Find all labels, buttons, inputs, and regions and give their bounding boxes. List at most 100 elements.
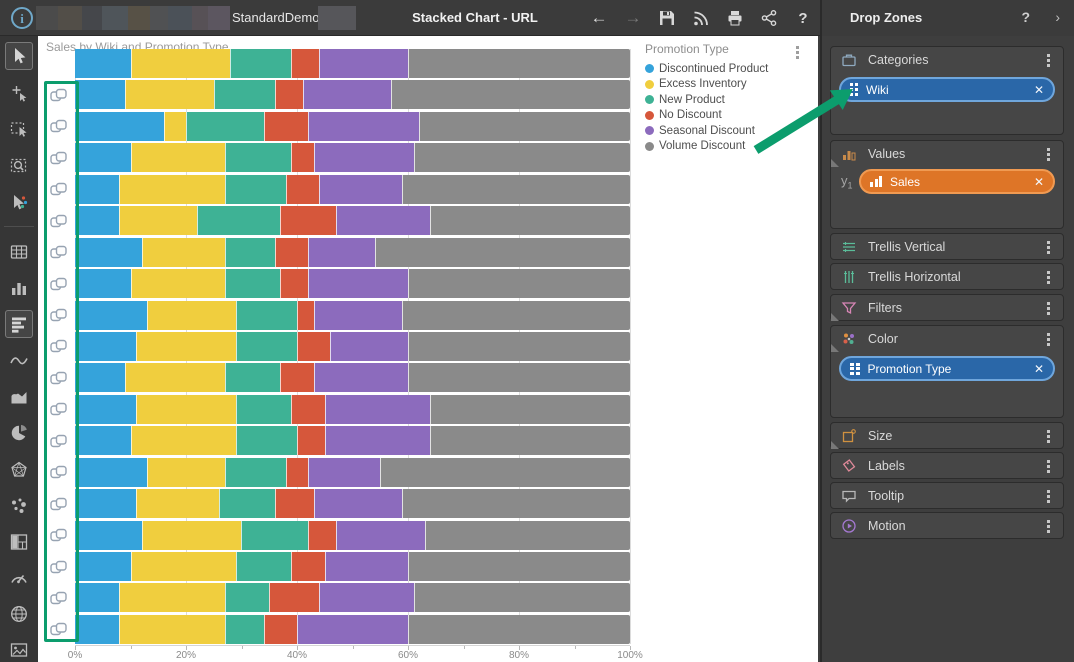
bar-segment[interactable]	[274, 237, 309, 267]
bar-segment[interactable]	[124, 363, 225, 393]
link-icon[interactable]	[50, 560, 67, 574]
bar-segment[interactable]	[130, 49, 231, 78]
image-icon[interactable]	[5, 636, 33, 662]
bar-segment[interactable]	[235, 426, 297, 456]
bar-segment[interactable]	[335, 520, 425, 550]
zone-menu-icon[interactable]	[1042, 53, 1054, 67]
bar-segment[interactable]	[319, 49, 408, 78]
bar-segment[interactable]	[235, 394, 292, 424]
bar-segment[interactable]	[291, 552, 325, 581]
row-link[interactable]	[42, 521, 75, 550]
line-chart-icon[interactable]	[5, 347, 33, 375]
bar-segment[interactable]	[224, 174, 286, 204]
bar-segment[interactable]	[324, 552, 408, 581]
row-link[interactable]	[42, 175, 75, 204]
bar-segment[interactable]	[308, 457, 381, 487]
panel-collapse-icon[interactable]: ›	[1055, 9, 1060, 25]
dropzone-trellis-vertical[interactable]: Trellis Vertical	[830, 233, 1064, 260]
bar-segment[interactable]	[274, 80, 303, 110]
project-name[interactable]: StandardDemo	[232, 10, 319, 25]
bar-segment[interactable]	[75, 363, 125, 393]
dropzone-values[interactable]: Values y1 Sales ✕	[830, 140, 1064, 229]
treemap-icon[interactable]	[5, 528, 33, 556]
remove-icon[interactable]: ✕	[1034, 362, 1044, 376]
bar-segment[interactable]	[296, 426, 325, 456]
row-link[interactable]	[42, 363, 75, 392]
link-icon[interactable]	[50, 591, 67, 605]
dropzone-trellis-horizontal[interactable]: Trellis Horizontal	[830, 263, 1064, 290]
bar-segment[interactable]	[75, 489, 137, 519]
bar-segment[interactable]	[296, 300, 314, 330]
save-icon[interactable]	[656, 7, 678, 29]
bar-segment[interactable]	[213, 80, 275, 110]
bar-segment[interactable]	[75, 237, 142, 267]
pill-sales[interactable]: Sales ✕	[859, 169, 1055, 194]
rect-select-tool-icon[interactable]	[5, 115, 33, 143]
bar-segment[interactable]	[75, 49, 131, 78]
bar-segment[interactable]	[308, 111, 420, 141]
link-icon[interactable]	[50, 434, 67, 448]
zone-menu-icon[interactable]	[1042, 519, 1054, 533]
link-icon[interactable]	[50, 528, 67, 542]
link-icon[interactable]	[50, 497, 67, 511]
bar-segment[interactable]	[430, 394, 630, 424]
bar-segment[interactable]	[413, 143, 630, 173]
row-link[interactable]	[42, 269, 75, 298]
bar-segment[interactable]	[119, 614, 225, 644]
bar-segment[interactable]	[413, 583, 630, 613]
bar-segment[interactable]	[75, 269, 131, 299]
row-link[interactable]	[42, 80, 75, 109]
bar-segment[interactable]	[313, 143, 414, 173]
bar-segment[interactable]	[313, 300, 403, 330]
remove-icon[interactable]: ✕	[1034, 83, 1044, 97]
bar-segment[interactable]	[391, 80, 630, 110]
bar-segment[interactable]	[402, 174, 630, 204]
legend-item[interactable]: New Product	[645, 92, 815, 108]
bar-segment[interactable]	[224, 457, 286, 487]
row-link[interactable]	[42, 552, 75, 581]
back-icon[interactable]: ←	[588, 7, 610, 29]
bar-segment[interactable]	[136, 331, 236, 361]
bar-segment[interactable]	[302, 80, 392, 110]
legend-item[interactable]: Volume Discount	[645, 139, 815, 155]
bar-segment[interactable]	[75, 174, 120, 204]
radar-chart-icon[interactable]	[5, 456, 33, 484]
bar-segment[interactable]	[124, 80, 214, 110]
zone-menu-icon[interactable]	[1042, 429, 1054, 443]
bar-segment[interactable]	[269, 583, 320, 613]
bar-segment[interactable]	[235, 300, 297, 330]
bar-segment[interactable]	[241, 520, 309, 550]
bar-segment[interactable]	[280, 363, 314, 393]
stacked-bar-horizontal-icon[interactable]	[5, 310, 33, 338]
link-icon[interactable]	[50, 465, 67, 479]
bar-segment[interactable]	[75, 206, 120, 236]
bar-segment[interactable]	[324, 426, 431, 456]
legend-menu-icon[interactable]	[790, 46, 804, 66]
pie-chart-icon[interactable]	[5, 419, 33, 447]
bar-segment[interactable]	[219, 489, 275, 519]
dropzone-motion[interactable]: Motion	[830, 512, 1064, 539]
row-link[interactable]	[42, 583, 75, 612]
forward-icon[interactable]: →	[622, 7, 644, 29]
dropzone-labels[interactable]: Labels	[830, 452, 1064, 479]
link-icon[interactable]	[50, 88, 67, 102]
row-link[interactable]	[42, 112, 75, 141]
bar-segment[interactable]	[285, 457, 309, 487]
link-icon[interactable]	[50, 277, 67, 291]
bar-segment[interactable]	[75, 614, 120, 644]
zone-menu-icon[interactable]	[1042, 332, 1054, 346]
bar-segment[interactable]	[75, 143, 131, 173]
bar-segment[interactable]	[141, 237, 225, 267]
legend-item[interactable]: Seasonal Discount	[645, 123, 815, 139]
bar-segment[interactable]	[263, 111, 309, 141]
bar-segment[interactable]	[263, 614, 297, 644]
link-icon[interactable]	[50, 151, 67, 165]
bar-segment[interactable]	[319, 583, 414, 613]
bar-segment[interactable]	[402, 300, 630, 330]
row-link[interactable]	[42, 206, 75, 235]
bar-segment[interactable]	[419, 111, 630, 141]
bar-segment[interactable]	[308, 237, 375, 267]
legend-item[interactable]: Excess Inventory	[645, 77, 815, 93]
bar-segment[interactable]	[330, 331, 408, 361]
zone-menu-icon[interactable]	[1042, 270, 1054, 284]
